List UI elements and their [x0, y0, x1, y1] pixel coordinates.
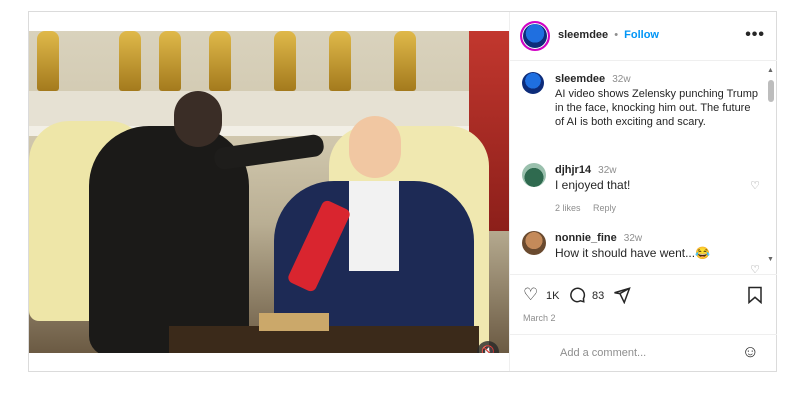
comment-time[interactable]: 32w: [598, 165, 616, 176]
comments-scrollbar[interactable]: ▲ ▼: [767, 67, 775, 263]
reply-button[interactable]: Reply: [593, 203, 616, 213]
comment-input[interactable]: [558, 343, 732, 363]
gold-ornament: [274, 31, 296, 91]
caption-text: AI video shows Zelensky punching Trump i…: [555, 88, 758, 128]
follow-button[interactable]: Follow: [624, 29, 659, 41]
gold-ornament: [159, 31, 181, 91]
comment-text: How it should have went...😂: [555, 246, 711, 260]
heart-icon[interactable]: ♡: [750, 263, 760, 273]
bookmark-icon[interactable]: [747, 286, 763, 309]
comment-likes[interactable]: 2 likes: [555, 203, 581, 213]
gold-ornament: [37, 31, 59, 91]
likes-count[interactable]: 1K: [546, 290, 559, 302]
post-header: sleemdee • Follow •••: [510, 12, 777, 61]
avatar[interactable]: [522, 163, 546, 187]
gold-ornament: [329, 31, 351, 91]
avatar[interactable]: [522, 231, 546, 255]
scroll-down-icon[interactable]: ▼: [767, 256, 774, 263]
comment-icon[interactable]: [568, 286, 586, 309]
post-actions: ♡ 1K 83 March 2: [510, 274, 777, 325]
comment-time[interactable]: 32w: [624, 233, 642, 244]
username-link[interactable]: sleemdee: [558, 29, 608, 41]
table-box: [259, 313, 329, 331]
video-player[interactable]: 🔇: [29, 31, 509, 353]
post-date[interactable]: March 2: [523, 313, 556, 323]
post-frame: 🔇 sleemdee • Follow ••• sleemdee 32w AI …: [28, 11, 777, 372]
figure-head-right: [349, 116, 401, 178]
post-media: 🔇: [29, 12, 509, 371]
add-comment-bar: ☺: [510, 334, 777, 372]
gold-ornament: [119, 31, 141, 91]
comments-count[interactable]: 83: [592, 290, 604, 302]
post-sidebar: sleemdee • Follow ••• sleemdee 32w AI vi…: [509, 12, 777, 371]
caption-username[interactable]: sleemdee: [555, 73, 605, 85]
gold-ornament: [394, 31, 416, 91]
comment-username[interactable]: djhjr14: [555, 164, 591, 176]
figure-arm: [213, 133, 325, 171]
scroll-thumb[interactable]: [768, 80, 774, 102]
figure-shirt: [349, 181, 399, 271]
avatar[interactable]: [520, 21, 550, 51]
more-options-icon[interactable]: •••: [745, 26, 765, 44]
scroll-up-icon[interactable]: ▲: [767, 67, 774, 74]
gold-ornament: [209, 31, 231, 91]
post-author: sleemdee • Follow: [558, 29, 659, 41]
speaker-muted-icon[interactable]: 🔇: [477, 341, 499, 353]
figure-head-left: [174, 91, 222, 147]
heart-icon[interactable]: ♡: [750, 179, 760, 192]
avatar[interactable]: [522, 72, 544, 94]
comment-username[interactable]: nonnie_fine: [555, 232, 617, 244]
send-icon[interactable]: [613, 286, 631, 309]
heart-icon[interactable]: ♡: [523, 285, 538, 305]
comment-meta: 2 likes Reply: [555, 201, 735, 215]
caption-time[interactable]: 32w: [612, 74, 630, 85]
comments-list[interactable]: sleemdee 32w AI video shows Zelensky pun…: [510, 61, 777, 273]
separator-dot: •: [614, 29, 619, 41]
comment-text: I enjoyed that!: [555, 178, 631, 192]
emoji-icon[interactable]: ☺: [742, 342, 759, 362]
